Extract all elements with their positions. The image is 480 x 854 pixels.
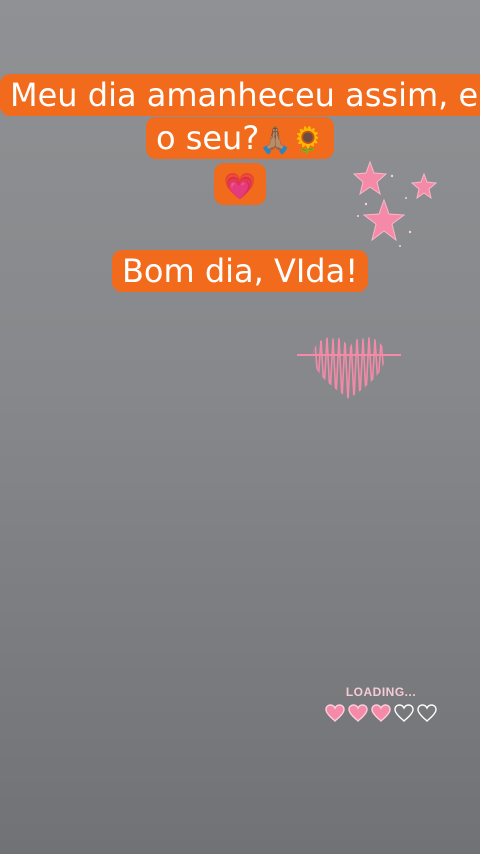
pink-heart-icon: 💗 <box>223 172 257 202</box>
caption-2-highlight: Bom dia, VIda! <box>111 250 369 292</box>
caption-2-text: Bom dia, VIda! <box>121 252 359 290</box>
heart-icon <box>348 704 368 722</box>
heartbeat-heart-icon <box>297 337 401 399</box>
star-icon <box>410 172 438 200</box>
sunflower-icon: 🌻 <box>291 126 325 156</box>
heart-icon <box>394 704 414 722</box>
heart-icon <box>325 704 345 722</box>
loading-hearts <box>322 703 440 723</box>
star-icon <box>362 198 406 242</box>
stars-sticker <box>352 160 438 247</box>
caption-1-text: Meu dia amanheceu assim, e o seu? <box>10 76 479 157</box>
loading-label: LOADING... <box>345 685 417 699</box>
heart-icon <box>417 704 437 722</box>
heart-icon <box>371 704 391 722</box>
loading-sticker: LOADING... <box>322 684 440 726</box>
praying-hands-icon: 🙏🏽 <box>259 126 292 156</box>
star-icon <box>352 160 388 196</box>
